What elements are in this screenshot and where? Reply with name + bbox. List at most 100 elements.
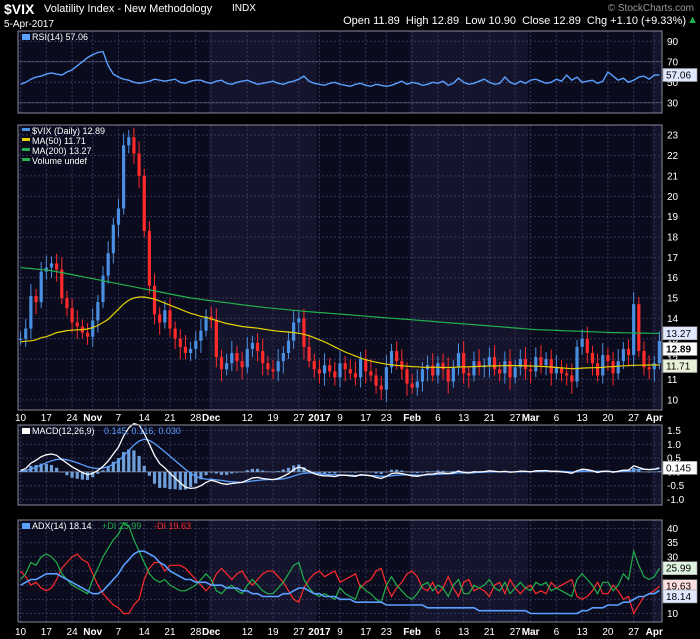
ma50-legend: MA(50) 11.71 [32, 136, 86, 146]
price-candle [539, 357, 543, 366]
price-candle [503, 361, 507, 374]
price-candle [60, 269, 64, 299]
macd-histogram-bar [235, 471, 239, 473]
price-candle [286, 340, 291, 353]
price-ytick-label: 21 [667, 171, 679, 182]
macd-histogram-bar [657, 471, 662, 472]
macd-histogram-bar [194, 471, 198, 484]
x-axis-label: 27 [510, 413, 522, 424]
price-candle [75, 322, 79, 327]
price-candle [24, 328, 28, 339]
price-ytick-label: 14 [667, 314, 679, 325]
macd-histogram-bar [49, 465, 54, 472]
price-candle [271, 369, 275, 372]
price-candle [601, 355, 605, 376]
price-candle [632, 304, 636, 356]
rsi-ytick-label: 90 [667, 37, 679, 48]
macd-histogram-bar [147, 471, 151, 476]
price-candle [616, 361, 620, 374]
price-candle [374, 375, 378, 386]
x-axis-label-bottom: 20 [602, 627, 614, 638]
price-ytick-label: 18 [667, 232, 679, 243]
price-candle [647, 367, 651, 370]
price-candle [101, 275, 105, 303]
x-axis-label-bottom: 27 [628, 627, 640, 638]
price-candle [122, 145, 126, 209]
price-candle [657, 340, 662, 364]
price-ytick-label: 10 [667, 395, 679, 406]
price-candle [96, 302, 100, 321]
price-candle [364, 359, 368, 372]
x-axis-label: 12 [242, 413, 254, 424]
x-axis-label-bottom: Nov [83, 627, 102, 638]
price-candle [188, 348, 193, 353]
rsi-last-value: 57.06 [666, 71, 691, 82]
macd-histogram-bar [652, 471, 656, 473]
x-axis-label-bottom: 13 [458, 627, 470, 638]
price-candle [91, 320, 95, 337]
price-candle [255, 342, 260, 351]
x-axis-label: Feb [403, 413, 421, 424]
minus-di-legend: -DI 19.63 [154, 521, 191, 531]
x-axis-label-bottom: 6 [435, 627, 441, 638]
x-axis-label: 13 [577, 413, 589, 424]
macd-histogram-bar [132, 450, 136, 472]
price-candle [312, 361, 316, 370]
x-axis-label: 14 [139, 413, 151, 424]
macd-histogram-bar [389, 469, 394, 472]
macd-histogram-bar [70, 471, 74, 478]
macd-ytick-label: 1.0 [667, 440, 681, 451]
price-candle [261, 350, 265, 364]
x-axis-label: 20 [602, 413, 614, 424]
macd-histogram-bar [214, 471, 218, 474]
price-candle [297, 318, 301, 323]
x-axis-label-bottom: 28 [190, 627, 202, 638]
price-candle [18, 338, 23, 340]
price-candle [250, 342, 255, 349]
price-candle [307, 346, 311, 362]
price-candle [29, 296, 33, 329]
volume-legend-swatch [22, 158, 30, 161]
macd-histogram-bar [255, 468, 260, 472]
price-legend: $VIX (Daily) 12.89 [32, 126, 105, 136]
macd-histogram-bar [441, 470, 445, 472]
price-candle [178, 338, 182, 347]
price-candle [549, 359, 553, 374]
macd-histogram-bar [359, 471, 363, 472]
price-candle [302, 318, 306, 347]
adx-legend-swatch [22, 523, 30, 529]
x-axis-label: 10 [15, 413, 27, 424]
price-candle [580, 338, 584, 347]
price-candle [544, 359, 548, 366]
x-axis-label-bottom: 14 [139, 627, 151, 638]
rsi-legend-swatch [22, 34, 30, 40]
price-candle [529, 369, 533, 372]
x-axis-label-bottom: Feb [403, 627, 421, 638]
x-axis-label-bottom: 9 [337, 627, 343, 638]
macd-histogram-bar [637, 469, 641, 472]
price-candle [410, 383, 414, 388]
macd-histogram-bar [158, 471, 162, 488]
x-axis-label-bottom: 10 [15, 627, 27, 638]
price-candle [575, 346, 579, 382]
x-axis-label-bottom: Apr [646, 627, 663, 638]
price-candle [436, 363, 440, 376]
macd-panel-month-band [651, 425, 662, 505]
price-candle [137, 153, 141, 176]
price-candle [183, 346, 188, 353]
macd-histogram-bar [353, 471, 358, 473]
ma200-legend: MA(200) 13.27 [32, 146, 92, 156]
x-axis-label-bottom: 17 [360, 627, 372, 638]
macd-histogram-bar [276, 471, 280, 472]
price-ytick-label: 11 [667, 375, 678, 386]
x-axis-label: Mar [522, 413, 540, 424]
ma200-last-value: 13.27 [666, 329, 691, 340]
price-candle [379, 385, 383, 390]
adx-ytick-label: 40 [667, 524, 679, 535]
price-candle [585, 338, 589, 353]
macd-histogram-bar [446, 471, 450, 473]
price-candle [116, 208, 121, 225]
price-candle [513, 367, 517, 378]
price-candle [446, 369, 450, 382]
price-candle [534, 357, 538, 372]
